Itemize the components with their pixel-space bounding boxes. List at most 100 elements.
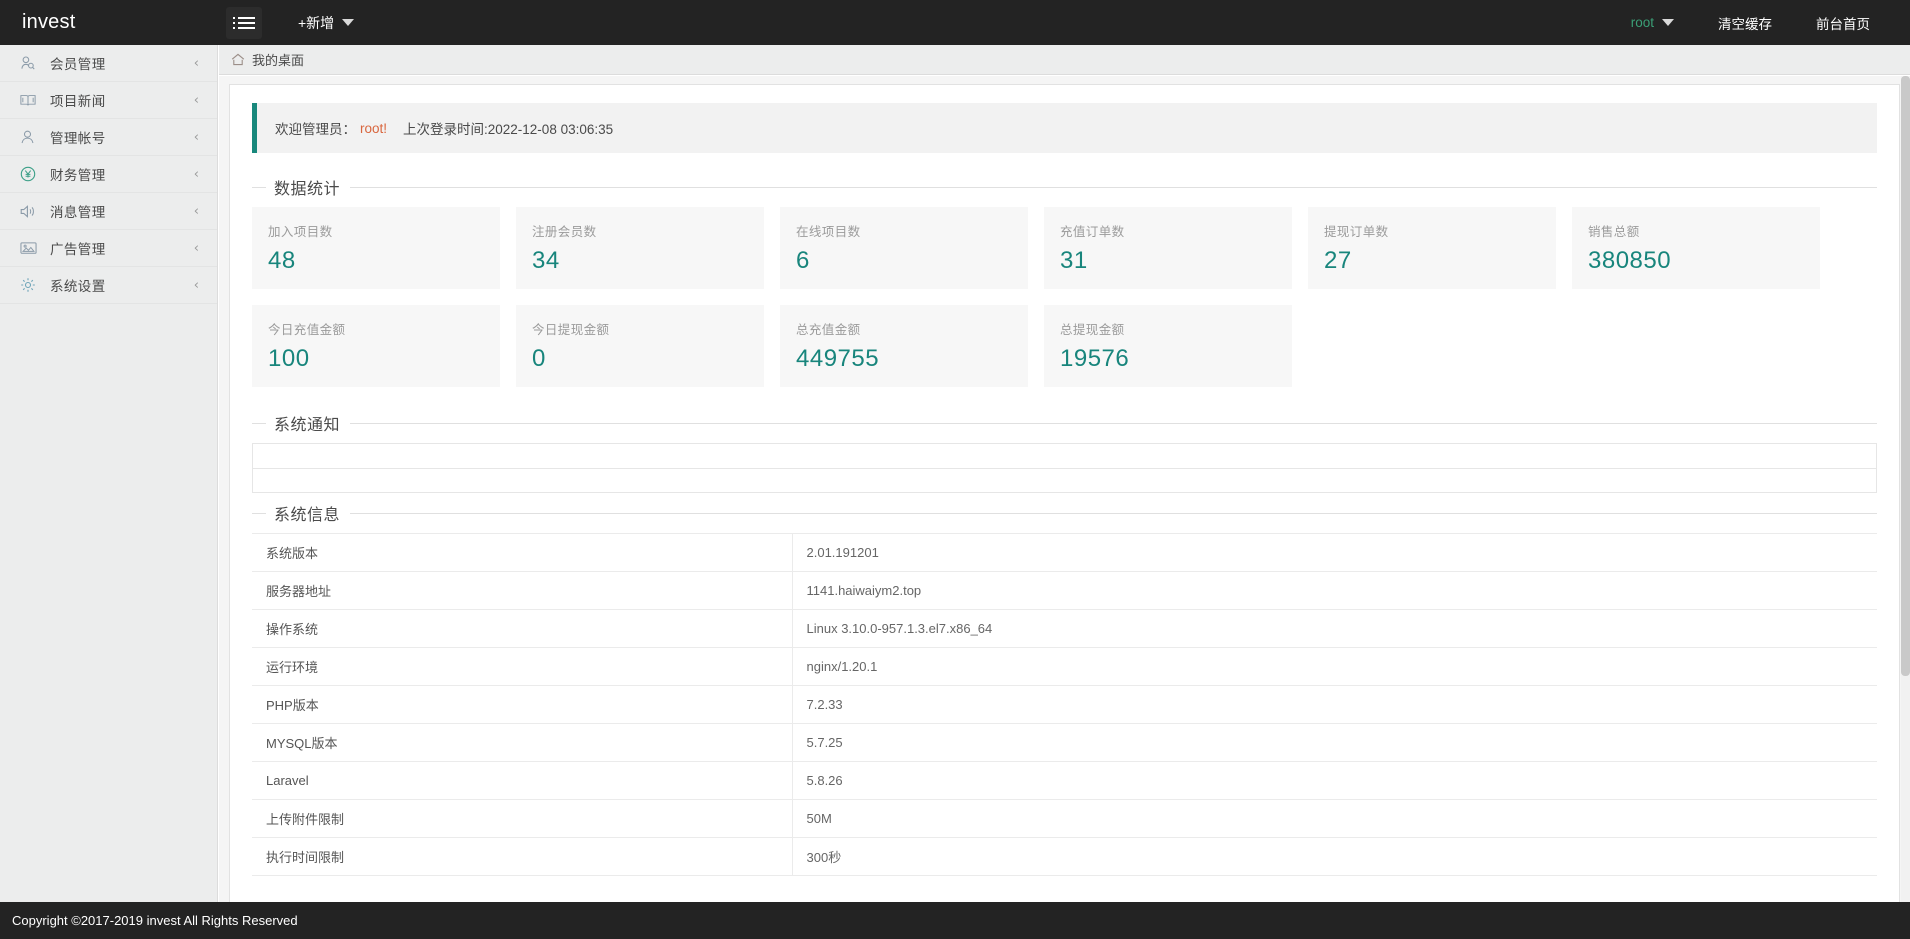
stat-card[interactable]: 注册会员数 34	[516, 207, 764, 289]
stats-section-title: 数据统计	[252, 175, 1877, 199]
brand-text: invest	[22, 11, 75, 34]
clear-cache-button[interactable]: 清空缓存	[1696, 0, 1794, 45]
stats-grid: 加入项目数 48 注册会员数 34 在线项目数 6 充值订单数	[244, 207, 1885, 403]
info-key: 操作系统	[252, 610, 792, 648]
table-row: 服务器地址 1141.haiwaiym2.top	[252, 572, 1877, 610]
hamburger-icon	[233, 14, 255, 32]
sidebar-item-admin-account[interactable]: 管理帐号 ‹	[0, 119, 217, 156]
footer: Copyright ©2017-2019 invest All Rights R…	[0, 902, 1910, 939]
stat-card[interactable]: 总提现金额 19576	[1044, 305, 1292, 387]
stat-card[interactable]: 今日提现金额 0	[516, 305, 764, 387]
notice-row[interactable]	[252, 468, 1877, 493]
sidebar-item-members[interactable]: 会员管理 ‹	[0, 45, 217, 82]
stat-card[interactable]: 充值订单数 31	[1044, 207, 1292, 289]
stat-label: 在线项目数	[796, 221, 1012, 240]
sidebar-item-finance[interactable]: 财务管理 ‹	[0, 156, 217, 193]
info-key: 上传附件限制	[252, 800, 792, 838]
front-home-link[interactable]: 前台首页	[1794, 0, 1892, 45]
stat-label: 提现订单数	[1324, 221, 1540, 240]
sidebar-item-advertising[interactable]: 广告管理 ‹	[0, 230, 217, 267]
info-key: 服务器地址	[252, 572, 792, 610]
page-scrollbar-thumb[interactable]	[1901, 76, 1910, 676]
info-value: 1141.haiwaiym2.top	[792, 572, 1877, 610]
table-row: 操作系统 Linux 3.10.0-957.1.3.el7.x86_64	[252, 610, 1877, 648]
stat-card[interactable]: 加入项目数 48	[252, 207, 500, 289]
sidebar-item-label: 会员管理	[50, 53, 194, 73]
sidebar-item-label: 广告管理	[50, 238, 194, 258]
welcome-login-time: 上次登录时间:2022-12-08 03:06:35	[403, 118, 613, 138]
sidebar-toggle-button[interactable]	[226, 7, 262, 39]
sidebar-item-system-settings[interactable]: 系统设置 ‹	[0, 267, 217, 304]
user-name: root	[1631, 15, 1654, 30]
home-icon[interactable]	[231, 53, 245, 66]
info-value: 5.7.25	[792, 724, 1877, 762]
user-search-icon	[20, 54, 42, 72]
stat-label: 充值订单数	[1060, 221, 1276, 240]
chevron-left-icon: ‹	[194, 57, 199, 70]
user-menu[interactable]: root	[1609, 0, 1696, 45]
system-info-section: 系统信息 系统版本 2.01.191201 服务器地址 1141.haiwaiy…	[252, 501, 1877, 876]
chevron-left-icon: ‹	[194, 242, 199, 255]
info-value: 50M	[792, 800, 1877, 838]
stat-card[interactable]: 销售总额 380850	[1572, 207, 1820, 289]
notice-section: 系统通知	[252, 411, 1877, 493]
stat-label: 总提现金额	[1060, 319, 1276, 338]
main-area: 我的桌面 欢迎管理员： root! 上次登录时间:2022-12-08 03:0…	[219, 45, 1910, 939]
sidebar-item-message[interactable]: 消息管理 ‹	[0, 193, 217, 230]
table-row: 上传附件限制 50M	[252, 800, 1877, 838]
info-value: 300秒	[792, 838, 1877, 876]
info-key: MYSQL版本	[252, 724, 792, 762]
gear-icon	[20, 276, 42, 294]
page-scrollbar-track[interactable]	[1901, 76, 1910, 902]
book-icon	[20, 91, 42, 109]
system-info-table: 系统版本 2.01.191201 服务器地址 1141.haiwaiym2.to…	[252, 533, 1877, 876]
sidebar-item-label: 系统设置	[50, 275, 194, 295]
info-value: 7.2.33	[792, 686, 1877, 724]
table-row: 系统版本 2.01.191201	[252, 534, 1877, 572]
app-root: invest +新增 root 清空缓存 前台首页	[0, 0, 1910, 939]
sidebar-item-news[interactable]: 项目新闻 ‹	[0, 82, 217, 119]
info-key: 系统版本	[252, 534, 792, 572]
info-key: 运行环境	[252, 648, 792, 686]
sidebar-item-label: 项目新闻	[50, 90, 194, 110]
info-key: PHP版本	[252, 686, 792, 724]
top-header: invest +新增 root 清空缓存 前台首页	[0, 0, 1910, 45]
system-info-title-text: 系统信息	[274, 501, 340, 525]
stat-value: 449755	[796, 345, 1012, 373]
stat-card[interactable]: 在线项目数 6	[780, 207, 1028, 289]
chevron-down-icon	[1662, 19, 1674, 26]
stat-card[interactable]: 总充值金额 449755	[780, 305, 1028, 387]
table-row: MYSQL版本 5.7.25	[252, 724, 1877, 762]
stat-value: 48	[268, 247, 484, 275]
content-scroll-area: 欢迎管理员： root! 上次登录时间:2022-12-08 03:06:35 …	[219, 76, 1910, 939]
stat-card[interactable]: 今日充值金额 100	[252, 305, 500, 387]
stat-value: 0	[532, 345, 748, 373]
image-icon	[20, 239, 42, 257]
notice-list	[252, 443, 1877, 493]
stat-label: 总充值金额	[796, 319, 1012, 338]
stat-label: 今日提现金额	[532, 319, 748, 338]
stat-value: 27	[1324, 247, 1540, 275]
notice-title-text: 系统通知	[274, 411, 340, 435]
notice-section-title: 系统通知	[252, 411, 1877, 435]
speaker-icon	[20, 202, 42, 220]
welcome-username: root!	[360, 121, 387, 136]
stat-value: 34	[532, 247, 748, 275]
info-key: 执行时间限制	[252, 838, 792, 876]
sidebar-item-label: 管理帐号	[50, 127, 194, 147]
add-dropdown[interactable]: +新增	[298, 13, 354, 33]
stat-value: 100	[268, 345, 484, 373]
brand-logo[interactable]: invest	[0, 0, 218, 45]
table-row: PHP版本 7.2.33	[252, 686, 1877, 724]
notice-row[interactable]	[252, 443, 1877, 468]
stats-section: 数据统计 加入项目数 48 注册会员数 34 在线项目数	[252, 175, 1877, 403]
info-value: nginx/1.20.1	[792, 648, 1877, 686]
info-value: Linux 3.10.0-957.1.3.el7.x86_64	[792, 610, 1877, 648]
clear-cache-label: 清空缓存	[1718, 13, 1772, 33]
breadcrumb: 我的桌面	[219, 45, 1910, 75]
info-key: Laravel	[252, 762, 792, 800]
stat-value: 380850	[1588, 247, 1804, 275]
chevron-down-icon	[342, 19, 354, 26]
stat-card[interactable]: 提现订单数 27	[1308, 207, 1556, 289]
table-row: 执行时间限制 300秒	[252, 838, 1877, 876]
